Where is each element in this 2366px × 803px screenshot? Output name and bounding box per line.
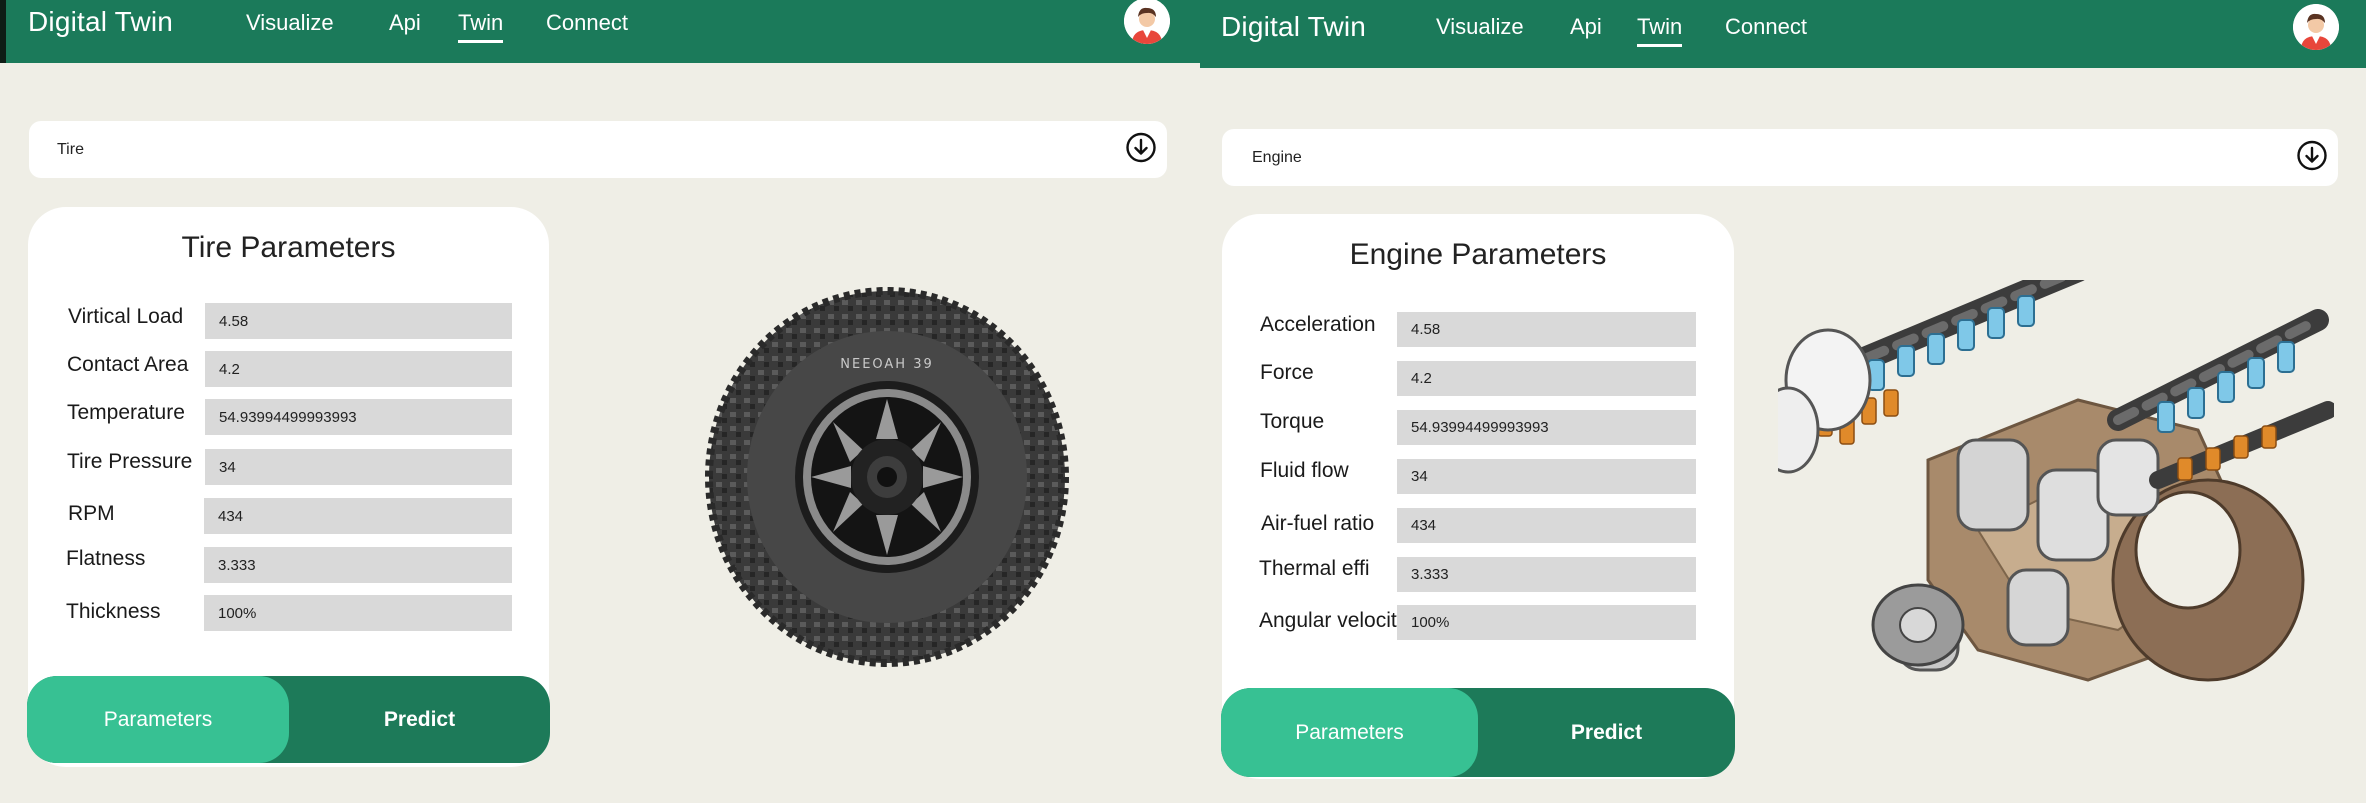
nav-twin[interactable]: Twin: [458, 10, 504, 43]
component-selector[interactable]: Engine: [1222, 129, 2338, 186]
user-avatar-icon[interactable]: [2293, 4, 2339, 50]
chevron-down-circle-icon[interactable]: [2296, 139, 2328, 176]
param-label: Contact Area: [67, 353, 189, 376]
parameters-tab[interactable]: Parameters: [27, 676, 289, 763]
nav-connect[interactable]: Connect: [546, 10, 628, 36]
param-label: Thickness: [66, 600, 161, 623]
tire-sidewall-text: NEEOAH 39: [840, 357, 934, 372]
chevron-down-circle-icon[interactable]: [1125, 131, 1157, 168]
param-input[interactable]: 54.93994499993993: [205, 399, 512, 435]
parameters-tab[interactable]: Parameters: [1221, 688, 1478, 777]
brand-title[interactable]: Digital Twin: [1221, 11, 1366, 43]
param-label: Acceleration: [1260, 313, 1376, 336]
tire-twin-panel: Digital Twin Visualize Api Twin Connect …: [0, 0, 1200, 803]
engine-twin-panel: Digital Twin Visualize Api Twin Connect …: [1200, 0, 2366, 803]
card-title: Tire Parameters: [181, 231, 396, 264]
param-input[interactable]: 54.93994499993993: [1397, 410, 1696, 445]
mode-toggle[interactable]: Parameters Predict: [27, 676, 550, 763]
component-selector[interactable]: Tire: [29, 121, 1167, 178]
param-label: Angular velocity: [1259, 609, 1408, 632]
param-input[interactable]: 4.2: [1397, 361, 1696, 396]
param-input[interactable]: 3.333: [204, 547, 512, 583]
param-input[interactable]: 4.2: [205, 351, 512, 387]
param-input[interactable]: 3.333: [1397, 557, 1696, 592]
predict-tab[interactable]: Predict: [289, 676, 550, 763]
tire-model-image: NEEOAH 39: [700, 284, 1070, 674]
param-input[interactable]: 434: [1397, 508, 1696, 543]
nav-api[interactable]: Api: [1570, 14, 1602, 40]
param-input[interactable]: 434: [204, 498, 512, 534]
param-label: Fluid flow: [1260, 459, 1349, 482]
selector-value: Tire: [57, 140, 84, 158]
nav-api[interactable]: Api: [389, 10, 421, 36]
card-title: Engine Parameters: [1349, 238, 1607, 271]
top-navbar: Digital Twin Visualize Api Twin Connect: [1200, 0, 2366, 68]
param-label: RPM: [68, 502, 115, 525]
selector-value: Engine: [1252, 148, 1302, 166]
nav-visualize[interactable]: Visualize: [246, 10, 334, 36]
param-input[interactable]: 4.58: [1397, 312, 1696, 347]
param-label: Virtical Load: [68, 305, 184, 328]
param-input[interactable]: 100%: [204, 595, 512, 631]
nav-twin[interactable]: Twin: [1637, 14, 1683, 47]
param-label: Tire Pressure: [67, 450, 193, 473]
engine-model-image: [1756, 258, 2337, 700]
nav-connect[interactable]: Connect: [1725, 14, 1807, 40]
brand-title[interactable]: Digital Twin: [28, 6, 173, 38]
param-label: Temperature: [67, 401, 185, 424]
param-input[interactable]: 34: [1397, 459, 1696, 494]
user-avatar-icon[interactable]: [1124, 0, 1170, 44]
param-label: Force: [1260, 361, 1314, 384]
predict-tab[interactable]: Predict: [1478, 688, 1735, 777]
param-label: Torque: [1260, 410, 1325, 433]
param-input[interactable]: 100%: [1397, 605, 1696, 640]
param-label: Air-fuel ratio: [1261, 512, 1375, 535]
param-input[interactable]: 4.58: [205, 303, 512, 339]
nav-visualize[interactable]: Visualize: [1436, 14, 1524, 40]
top-navbar: Digital Twin Visualize Api Twin Connect: [0, 0, 1200, 63]
param-label: Flatness: [66, 547, 146, 570]
param-input[interactable]: 34: [205, 449, 512, 485]
param-label: Thermal effi: [1259, 557, 1370, 580]
mode-toggle[interactable]: Parameters Predict: [1221, 688, 1735, 777]
